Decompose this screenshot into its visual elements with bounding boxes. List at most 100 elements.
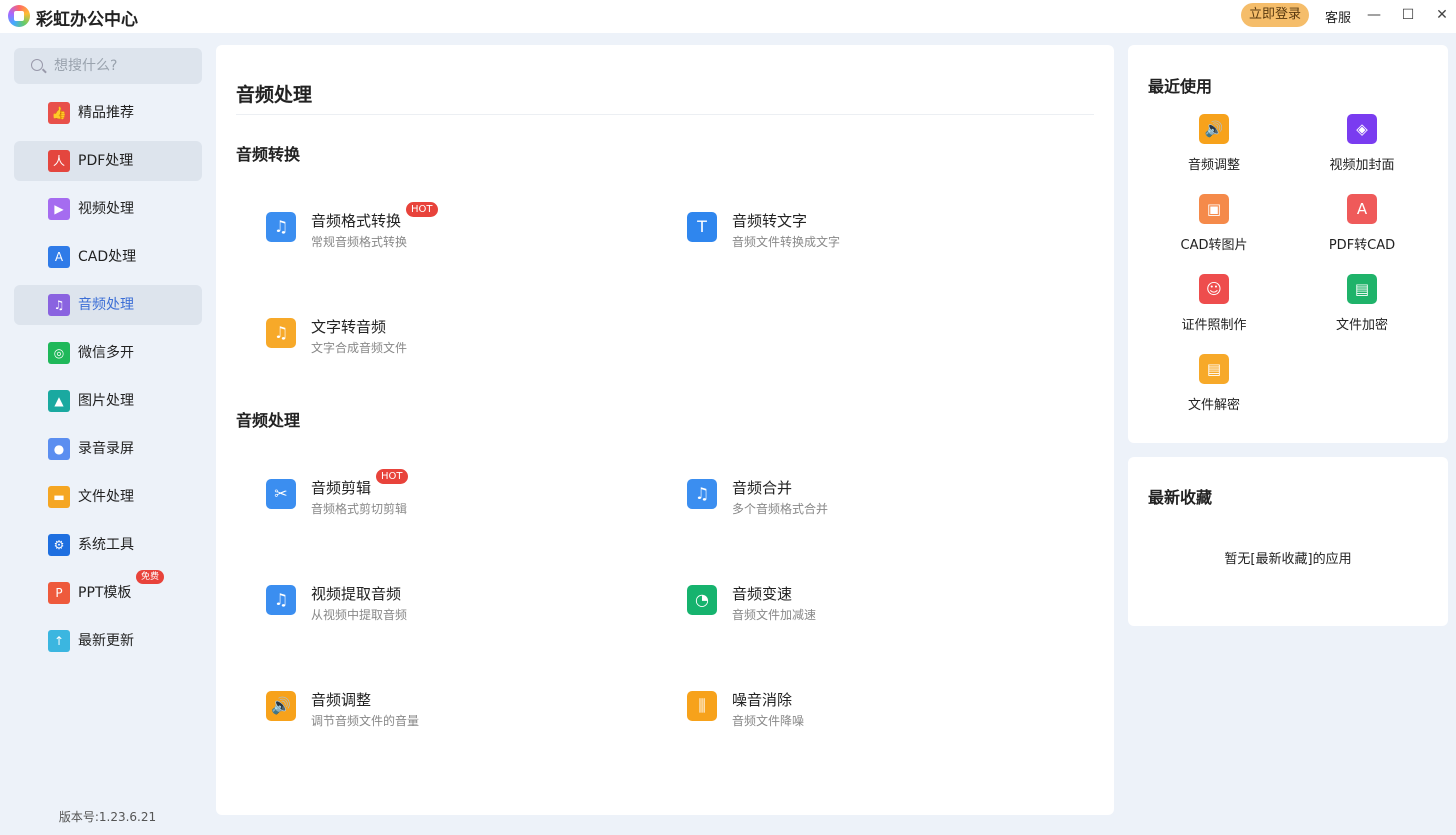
close-icon[interactable]: ✕ bbox=[1431, 4, 1453, 26]
file-unlock-icon: ▤ bbox=[1199, 354, 1229, 384]
recent-item[interactable]: 🔊 音频调整 bbox=[1144, 114, 1284, 184]
main-panel: 音频处理 音频转换 ♫ 音频格式转换 常规音频格式转换 HOT T 音频转文字 … bbox=[216, 45, 1114, 815]
sidebar-item[interactable]: ⚙ 系统工具 bbox=[14, 525, 202, 565]
sidebar-item-label: 精品推荐 bbox=[78, 105, 134, 121]
sidebar-item[interactable]: ↑ 最新更新 bbox=[14, 621, 202, 661]
minimize-icon[interactable]: — bbox=[1363, 4, 1385, 26]
sidebar-item-label: 录音录屏 bbox=[78, 441, 134, 457]
tool-item[interactable]: ✂ 音频剪辑 音频格式剪切剪辑 HOT bbox=[266, 469, 646, 527]
tool-name: 视频提取音频 bbox=[311, 585, 402, 603]
tool-item[interactable]: 🔊 音频调整 调节音频文件的音量 bbox=[266, 689, 646, 739]
title-bar: 彩虹办公中心 立即登录 客服 — ☐ ✕ bbox=[0, 0, 1456, 33]
recent-item[interactable]: A PDF转CAD bbox=[1292, 194, 1432, 264]
tool-name: 音频合并 bbox=[732, 479, 793, 497]
volume-icon: 🔊 bbox=[1199, 114, 1229, 144]
tool-item[interactable]: ◔ 音频变速 音频文件加减速 bbox=[687, 583, 1067, 633]
tool-desc: 从视频中提取音频 bbox=[311, 608, 408, 622]
text-to-audio-icon: ♫ bbox=[266, 318, 296, 348]
sidebar-item-label: 系统工具 bbox=[78, 537, 134, 553]
maximize-icon[interactable]: ☐ bbox=[1397, 4, 1419, 26]
search-icon bbox=[31, 59, 43, 71]
recent-item[interactable]: ▤ 文件解密 bbox=[1144, 354, 1284, 424]
audio-cut-icon: ✂ bbox=[266, 479, 296, 509]
tool-name: 音频格式转换 bbox=[311, 212, 402, 230]
recent-item-label: 音频调整 bbox=[1187, 158, 1240, 173]
sidebar-item[interactable]: ▬ 文件处理 bbox=[14, 477, 202, 517]
recent-item[interactable]: ☺ 证件照制作 bbox=[1144, 274, 1284, 344]
recent-title: 最近使用 bbox=[1148, 77, 1213, 96]
sidebar-item-label: 文件处理 bbox=[78, 489, 134, 505]
tool-desc: 音频文件转换成文字 bbox=[732, 235, 841, 249]
sidebar-item[interactable]: ▶ 视频处理 bbox=[14, 189, 202, 229]
sidebar-item[interactable]: P PPT模板 免费 bbox=[14, 570, 202, 613]
hot-badge: HOT bbox=[406, 202, 438, 217]
search-input[interactable]: 想搜什么? bbox=[14, 48, 202, 84]
sidebar-item-label: 音频处理 bbox=[78, 297, 134, 313]
tool-item[interactable]: ♫ 视频提取音频 从视频中提取音频 bbox=[266, 583, 646, 633]
tool-item[interactable]: ⫼ 噪音消除 音频文件降噪 bbox=[687, 689, 1067, 739]
tool-desc: 文字合成音频文件 bbox=[311, 341, 408, 355]
audio-speed-icon: ◔ bbox=[687, 585, 717, 615]
sidebar-item[interactable]: ▲ 图片处理 bbox=[14, 381, 202, 421]
sidebar-item[interactable]: A CAD处理 bbox=[14, 237, 202, 277]
video-extract-audio-icon: ♫ bbox=[266, 585, 296, 615]
file-lock-icon: ▤ bbox=[1347, 274, 1377, 304]
audio-convert-icon: ♫ bbox=[266, 212, 296, 242]
section-title: 音频转换 bbox=[236, 145, 301, 164]
sidebar-item-label: 微信多开 bbox=[78, 345, 134, 361]
recent-item-label: 文件加密 bbox=[1335, 318, 1388, 333]
recent-item[interactable]: ▤ 文件加密 bbox=[1292, 274, 1432, 344]
sidebar-item[interactable]: ♫ 音频处理 bbox=[14, 285, 202, 325]
search-placeholder: 想搜什么? bbox=[54, 58, 118, 74]
recent-item-label: 文件解密 bbox=[1187, 398, 1240, 413]
tool-item[interactable]: ♫ 音频合并 多个音频格式合并 bbox=[687, 477, 1067, 527]
sidebar-item-label: PPT模板 bbox=[78, 585, 132, 601]
audio-to-text-icon: T bbox=[687, 212, 717, 242]
microphone-icon: ● bbox=[48, 438, 70, 460]
recent-item-label: 证件照制作 bbox=[1181, 318, 1247, 333]
customer-service-button[interactable]: 客服 bbox=[1325, 7, 1351, 26]
recent-item-label: PDF转CAD bbox=[1328, 238, 1396, 253]
cad-icon: A bbox=[48, 246, 70, 268]
divider bbox=[236, 114, 1094, 115]
tool-item[interactable]: ♫ 文字转音频 文字合成音频文件 bbox=[266, 316, 646, 366]
recent-item-label: CAD转图片 bbox=[1180, 238, 1248, 253]
recent-item[interactable]: ◈ 视频加封面 bbox=[1292, 114, 1432, 184]
favorites-panel: 最新收藏 暂无[最新收藏]的应用 bbox=[1128, 457, 1448, 626]
sidebar-item[interactable]: ● 录音录屏 bbox=[14, 429, 202, 469]
sidebar-item[interactable]: ◎ 微信多开 bbox=[14, 333, 202, 373]
recent-panel: 最近使用 🔊 音频调整 ◈ 视频加封面 ▣ CAD转图片 A PDF转CAD ☺… bbox=[1128, 45, 1448, 443]
app-title: 彩虹办公中心 bbox=[36, 10, 138, 30]
tool-desc: 音频文件加减速 bbox=[732, 608, 817, 622]
login-button[interactable]: 立即登录 bbox=[1241, 3, 1309, 27]
pdf-icon: 人 bbox=[48, 150, 70, 172]
tool-desc: 常规音频格式转换 bbox=[311, 235, 408, 249]
tool-name: 音频转文字 bbox=[732, 212, 808, 230]
folder-icon: ▬ bbox=[48, 486, 70, 508]
sidebar-item[interactable]: 👍 精品推荐 bbox=[14, 93, 202, 133]
recent-item-label: 视频加封面 bbox=[1329, 158, 1395, 173]
favorites-title: 最新收藏 bbox=[1148, 488, 1213, 507]
ppt-icon: P bbox=[48, 582, 70, 604]
music-note-icon: ♫ bbox=[48, 294, 70, 316]
tool-desc: 音频文件降噪 bbox=[732, 714, 805, 728]
audio-merge-icon: ♫ bbox=[687, 479, 717, 509]
sidebar-item[interactable]: 人 PDF处理 bbox=[14, 141, 202, 181]
tool-desc: 多个音频格式合并 bbox=[732, 502, 829, 516]
sidebar-item-label: 最新更新 bbox=[78, 633, 134, 649]
wechat-icon: ◎ bbox=[48, 342, 70, 364]
tool-item[interactable]: T 音频转文字 音频文件转换成文字 bbox=[687, 210, 1067, 260]
id-photo-icon: ☺ bbox=[1199, 274, 1229, 304]
cad-to-image-icon: ▣ bbox=[1199, 194, 1229, 224]
section-title: 音频处理 bbox=[236, 411, 301, 430]
sidebar-item-label: 视频处理 bbox=[78, 201, 134, 217]
favorites-empty-text: 暂无[最新收藏]的应用 bbox=[1224, 552, 1352, 567]
tool-name: 音频剪辑 bbox=[311, 479, 372, 497]
recent-item[interactable]: ▣ CAD转图片 bbox=[1144, 194, 1284, 264]
video-cover-icon: ◈ bbox=[1347, 114, 1377, 144]
sidebar-item-label: PDF处理 bbox=[78, 153, 134, 169]
tool-desc: 音频格式剪切剪辑 bbox=[311, 502, 408, 516]
upload-icon: ↑ bbox=[48, 630, 70, 652]
tool-item[interactable]: ♫ 音频格式转换 常规音频格式转换 HOT bbox=[266, 202, 646, 260]
tool-name: 噪音消除 bbox=[732, 691, 793, 709]
